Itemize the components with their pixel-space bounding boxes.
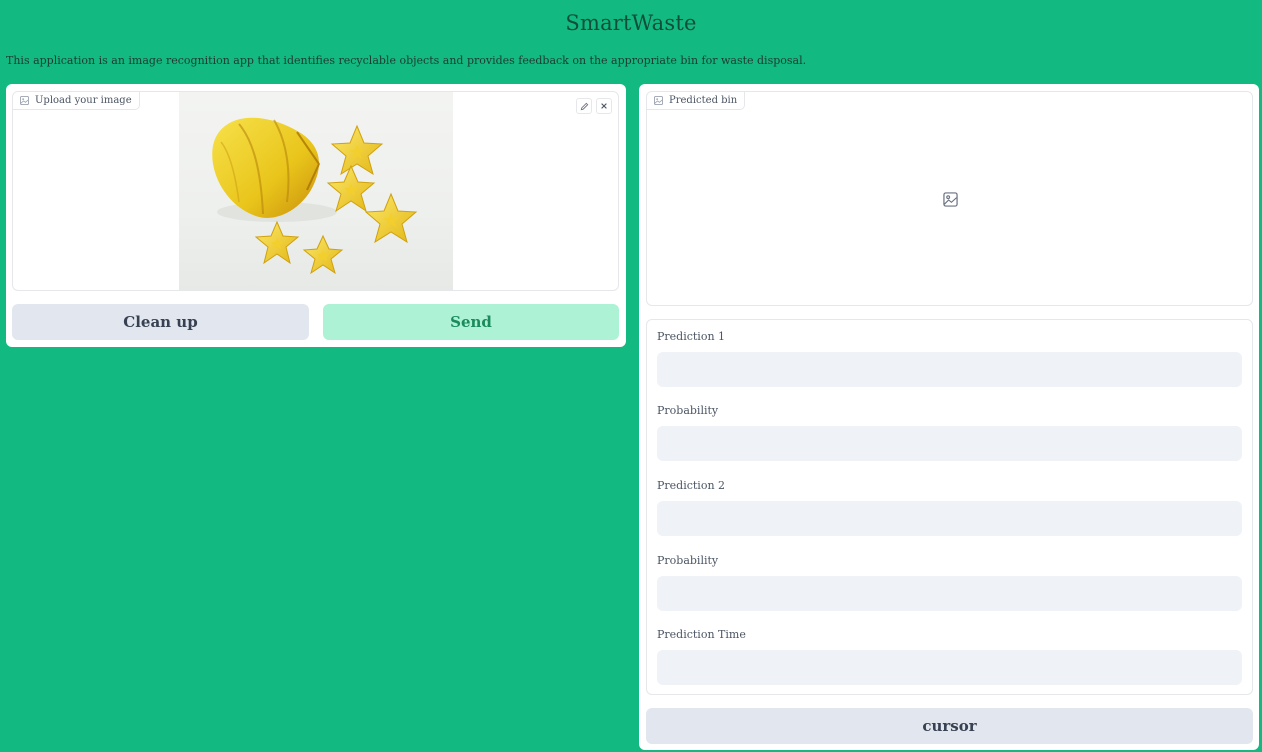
uploaded-image-starfruit	[179, 92, 453, 290]
prediction-2-label: Prediction 2	[657, 479, 726, 492]
probability-1-label: Probability	[657, 404, 719, 417]
close-icon	[601, 103, 607, 109]
output-panel: Predicted bin Prediction 1 Probability P…	[639, 84, 1259, 750]
probability-1-field[interactable]	[657, 426, 1242, 461]
probability-2-label: Probability	[657, 554, 719, 567]
app-description: This application is an image recognition…	[6, 54, 807, 67]
prediction-2-field[interactable]	[657, 501, 1242, 536]
image-icon	[654, 96, 663, 105]
prediction-results: Prediction 1 Probability Prediction 2 Pr…	[646, 319, 1253, 695]
send-button[interactable]: Send	[323, 304, 619, 340]
pencil-icon	[580, 102, 588, 110]
image-toolbar	[576, 98, 612, 114]
clear-image-button[interactable]	[596, 98, 612, 114]
input-panel: Upload your image Clean up Send	[6, 84, 626, 347]
upload-label-text: Upload your image	[35, 95, 132, 106]
cursor-button[interactable]: cursor	[646, 708, 1253, 744]
image-upload-dropzone[interactable]: Upload your image	[12, 91, 619, 291]
prediction-time-field[interactable]	[657, 650, 1242, 685]
edit-image-button[interactable]	[576, 98, 592, 114]
app-title: SmartWaste	[565, 11, 697, 35]
prediction-1-label: Prediction 1	[657, 330, 726, 343]
prediction-time-label: Prediction Time	[657, 628, 746, 641]
upload-label: Upload your image	[13, 92, 140, 110]
image-placeholder-icon	[943, 192, 958, 207]
image-icon	[20, 96, 29, 105]
predicted-bin-label-text: Predicted bin	[669, 95, 738, 106]
predicted-bin-label: Predicted bin	[647, 92, 746, 110]
prediction-1-field[interactable]	[657, 352, 1242, 387]
clean-up-button[interactable]: Clean up	[12, 304, 309, 340]
starfruit-photo	[212, 117, 418, 275]
probability-2-field[interactable]	[657, 576, 1242, 611]
predicted-bin-image: Predicted bin	[646, 91, 1253, 306]
